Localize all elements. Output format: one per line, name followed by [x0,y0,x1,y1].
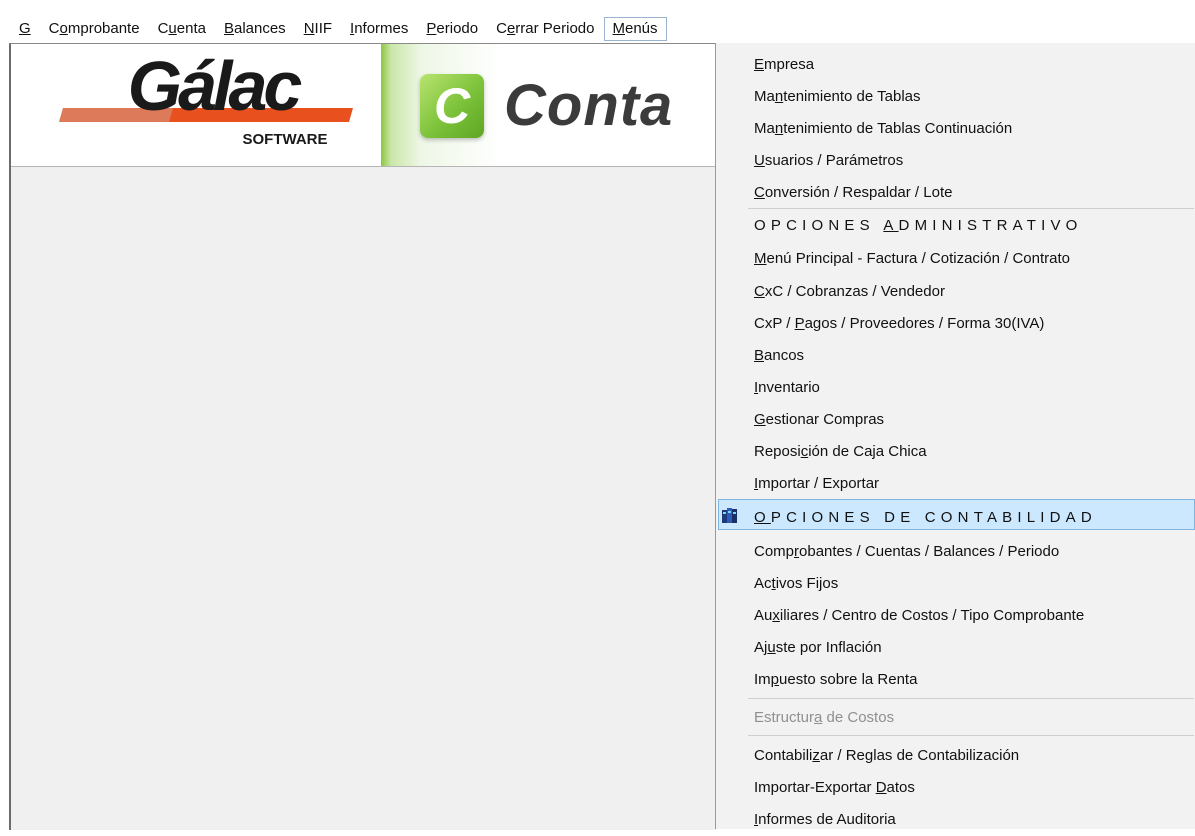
menu-item-informes-auditoria[interactable]: Informes de Auditoria [754,804,896,836]
app-banner: Gálac SOFTWARE C Conta [11,44,717,167]
menu-periodo[interactable]: Periodo [417,18,487,41]
menu-informes[interactable]: Informes [341,18,417,41]
main-window: Gálac SOFTWARE C Conta [9,43,717,830]
menu-item-cxc[interactable]: CxC / Cobranzas / Vendedor [754,276,945,308]
galac-logo-text: Gálac [128,52,302,125]
menubar: G Comprobante Cuenta Balances NIIF Infor… [0,0,1195,43]
menu-balances[interactable]: Balances [215,18,295,41]
menu-item-gestionar-compras[interactable]: Gestionar Compras [754,404,884,436]
menu-item-importar-exportar[interactable]: Importar / Exportar [754,468,879,500]
galac-logo-subtext: SOFTWARE [243,131,328,148]
menu-item-auxiliares[interactable]: Auxiliares / Centro de Costos / Tipo Com… [754,600,1084,632]
menu-item-activos-fijos[interactable]: Activos Fijos [754,568,838,600]
menu-item-ajuste-inflacion[interactable]: Ajuste por Inflación [754,632,882,664]
menu-niif[interactable]: NIIF [295,18,341,41]
menubar-items: G Comprobante Cuenta Balances NIIF Infor… [10,17,667,41]
product-name: Conta [504,73,674,138]
menus-dropdown: Empresa Mantenimiento de Tablas Mantenim… [715,43,1195,829]
menu-g[interactable]: G [10,18,40,41]
menu-item-estructura-costos: Estructura de Costos [754,709,895,726]
menu-item-cxp[interactable]: CxP / Pagos / Proveedores / Forma 30(IVA… [754,308,1044,340]
menu-item-bancos[interactable]: Bancos [754,340,804,372]
menu-header-opciones-administrativo[interactable]: OPCIONES ADMINISTRATIVO [754,210,1083,242]
menu-item-empresa[interactable]: Empresa [754,49,814,81]
menu-item-reposicion-caja-chica[interactable]: Reposición de Caja Chica [754,436,927,468]
contabilidad-c-icon: C [420,74,484,138]
menu-item-menu-principal[interactable]: Menú Principal - Factura / Cotización / … [754,243,1070,275]
menu-comprobante[interactable]: Comprobante [40,18,149,41]
menu-separator [748,208,1194,209]
galac-logo: Gálac SOFTWARE [59,52,353,148]
menu-item-impuesto-renta[interactable]: Impuesto sobre la Renta [754,664,917,696]
menu-item-mantenimiento-tablas-continuacion[interactable]: Mantenimiento de Tablas Continuación [754,113,1012,145]
menu-separator [748,735,1194,736]
menu-item-inventario[interactable]: Inventario [754,372,820,404]
menu-cerrar-periodo[interactable]: Cerrar Periodo [487,18,603,41]
menu-separator [748,698,1194,699]
menu-header-opciones-contabilidad[interactable]: OPCIONES DE CONTABILIDAD [754,502,1097,534]
menu-menus[interactable]: Menús [603,17,667,41]
menu-item-importar-exportar-datos[interactable]: Importar-Exportar Datos [754,772,915,804]
menu-item-contabilizar[interactable]: Contabilizar / Reglas de Contabilización [754,740,1019,772]
menu-item-usuarios-parametros[interactable]: Usuarios / Parámetros [754,145,903,177]
menu-item-conversion-respaldar-lote[interactable]: Conversión / Respaldar / Lote [754,177,952,209]
menu-cuenta[interactable]: Cuenta [149,18,215,41]
menu-item-mantenimiento-tablas[interactable]: Mantenimiento de Tablas [754,81,921,113]
menu-item-comprobantes-cuentas[interactable]: Comprobantes / Cuentas / Balances / Peri… [754,536,1059,568]
books-icon [722,508,737,523]
